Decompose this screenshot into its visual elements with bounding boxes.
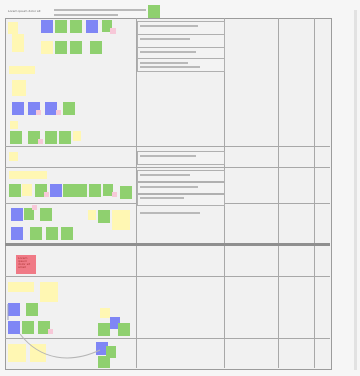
scrollbar-vertical[interactable] <box>354 10 357 370</box>
whiteboard-canvas[interactable]: Lorem ipsum dolor sit Lorem ipsum dolor … <box>0 0 360 376</box>
connector-curve <box>7 304 101 359</box>
